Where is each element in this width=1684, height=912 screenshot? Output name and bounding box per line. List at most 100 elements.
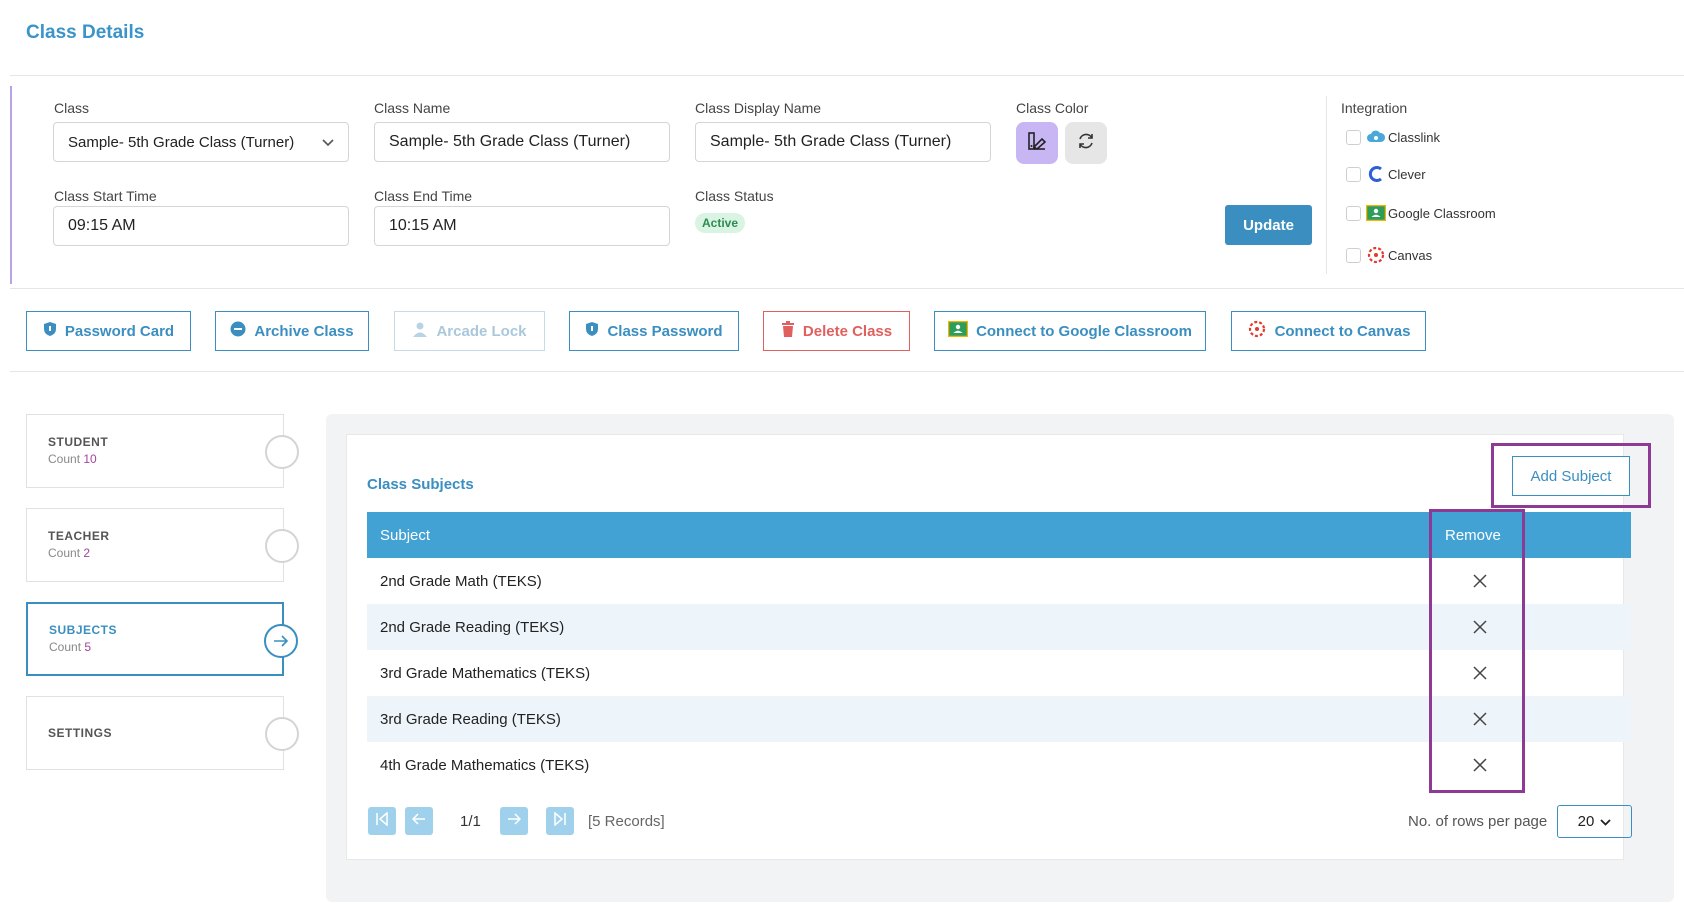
table-row: 3rd Grade Reading (TEKS) — [367, 696, 1631, 742]
status-circle — [265, 435, 299, 469]
table-row: 2nd Grade Reading (TEKS) — [367, 604, 1631, 650]
palette-icon — [1026, 130, 1048, 157]
clever-label: Clever — [1388, 166, 1426, 182]
next-page-button[interactable] — [500, 807, 528, 835]
integration-item-canvas[interactable]: Canvas — [1346, 245, 1432, 265]
close-icon[interactable] — [1469, 708, 1491, 730]
start-time-label: Class Start Time — [54, 188, 157, 204]
classlink-checkbox[interactable] — [1346, 129, 1361, 145]
classlink-label: Classlink — [1388, 129, 1441, 145]
status-circle — [265, 717, 299, 751]
connect-google-classroom-button[interactable]: Connect to Google Classroom — [934, 311, 1206, 351]
refresh-icon — [1076, 131, 1096, 156]
reset-color-button[interactable] — [1065, 122, 1107, 164]
integration-item-classlink[interactable]: Classlink — [1346, 127, 1440, 147]
teacher-count: Count 2 — [48, 546, 283, 560]
teacher-count-value: 2 — [83, 546, 91, 560]
subjects-count: Count 5 — [49, 640, 282, 654]
teacher-count-label: Count — [48, 546, 81, 560]
table-row: 3rd Grade Mathematics (TEKS) — [367, 650, 1631, 696]
status-badge: Active — [695, 213, 746, 233]
class-select[interactable]: Sample- 5th Grade Class (Turner) — [53, 122, 349, 162]
subjects-tab-title: SUBJECTS — [49, 623, 118, 637]
records-count: [5 Records] — [588, 813, 665, 830]
delete-class-button[interactable]: Delete Class — [763, 311, 910, 351]
clever-checkbox[interactable] — [1346, 166, 1361, 182]
form-divider — [10, 288, 1684, 289]
classlink-icon — [1366, 127, 1386, 147]
class-color-label: Class Color — [1016, 100, 1089, 116]
last-page-icon — [553, 810, 567, 831]
display-name-label: Class Display Name — [695, 100, 822, 116]
rows-per-page-label: No. of rows per page — [1408, 813, 1548, 830]
google-classroom-label: Google Classroom — [1388, 205, 1496, 221]
class-password-label: Class Password — [607, 322, 723, 340]
subject-column-header: Subject — [380, 527, 431, 544]
subject-cell: 3rd Grade Reading (TEKS) — [380, 711, 561, 728]
integration-title: Integration — [1341, 100, 1408, 116]
actions-divider — [10, 371, 1684, 372]
end-time-input[interactable]: 10:15 AM — [374, 206, 670, 246]
first-page-icon — [375, 810, 389, 831]
first-page-button[interactable] — [368, 807, 396, 835]
integration-item-google-classroom[interactable]: Google Classroom — [1346, 203, 1496, 223]
class-name-value: Sample- 5th Grade Class (Turner) — [389, 133, 631, 150]
student-count: Count 10 — [48, 452, 283, 466]
class-label: Class — [54, 100, 90, 116]
prev-page-button[interactable] — [405, 807, 433, 835]
last-page-button[interactable] — [546, 807, 574, 835]
rows-per-page-value: 20 — [1577, 813, 1595, 830]
password-card-button[interactable]: Password Card — [26, 311, 191, 351]
close-icon[interactable] — [1469, 754, 1491, 776]
update-button[interactable]: Update — [1225, 205, 1312, 245]
connect-canvas-button[interactable]: Connect to Canvas — [1231, 311, 1426, 351]
arrow-right-icon — [507, 812, 522, 830]
table-row: 2nd Grade Math (TEKS) — [367, 558, 1631, 604]
password-card-label: Password Card — [64, 322, 175, 340]
rows-per-page-select[interactable]: 20 — [1557, 805, 1632, 838]
add-subject-button[interactable]: Add Subject — [1512, 456, 1630, 496]
shield-icon — [585, 321, 599, 341]
class-name-input[interactable]: Sample- 5th Grade Class (Turner) — [374, 122, 670, 162]
page-title: Class Details — [26, 22, 145, 43]
class-form-panel — [10, 86, 1326, 284]
start-time-input[interactable]: 09:15 AM — [53, 206, 349, 246]
sidebar-item-subjects[interactable]: SUBJECTS Count 5 — [26, 602, 298, 676]
color-picker-button[interactable] — [1016, 122, 1058, 164]
trash-icon — [781, 321, 795, 341]
display-name-input[interactable]: Sample- 5th Grade Class (Turner) — [695, 122, 991, 162]
status-circle — [265, 529, 299, 563]
subject-cell: 2nd Grade Math (TEKS) — [380, 573, 542, 590]
canvas-checkbox[interactable] — [1346, 247, 1361, 263]
arcade-lock-button[interactable]: Arcade Lock — [394, 311, 545, 351]
canvas-label: Canvas — [1388, 247, 1433, 263]
header-divider — [10, 75, 1684, 76]
end-time-label: Class End Time — [374, 188, 473, 204]
integration-divider — [1326, 96, 1327, 274]
class-name-label: Class Name — [374, 100, 451, 116]
delete-class-label: Delete Class — [802, 322, 893, 340]
teacher-title: TEACHER — [48, 529, 110, 543]
clever-icon — [1366, 164, 1386, 184]
connect-canvas-label: Connect to Canvas — [1274, 322, 1411, 340]
class-password-button[interactable]: Class Password — [569, 311, 739, 351]
arrow-left-icon — [411, 812, 426, 830]
archive-class-button[interactable]: Archive Class — [215, 311, 369, 351]
arcade-lock-label: Arcade Lock — [436, 322, 527, 340]
close-icon[interactable] — [1469, 616, 1491, 638]
connect-google-label: Connect to Google Classroom — [976, 322, 1192, 340]
start-time-value: 09:15 AM — [68, 217, 136, 234]
sidebar-item-teacher[interactable]: TEACHER Count 2 — [26, 508, 299, 582]
canvas-icon — [1247, 319, 1267, 343]
table-header: Subject Remove — [367, 512, 1631, 558]
google-classroom-icon — [1366, 203, 1386, 223]
settings-title: SETTINGS — [48, 726, 113, 740]
close-icon[interactable] — [1469, 570, 1491, 592]
sidebar-item-student[interactable]: STUDENT Count 10 — [26, 414, 299, 488]
google-classroom-checkbox[interactable] — [1346, 205, 1361, 221]
subject-cell: 2nd Grade Reading (TEKS) — [380, 619, 565, 636]
user-icon — [412, 321, 428, 341]
integration-item-clever[interactable]: Clever — [1346, 164, 1426, 184]
sidebar-item-settings[interactable]: SETTINGS — [26, 696, 299, 770]
close-icon[interactable] — [1469, 662, 1491, 684]
